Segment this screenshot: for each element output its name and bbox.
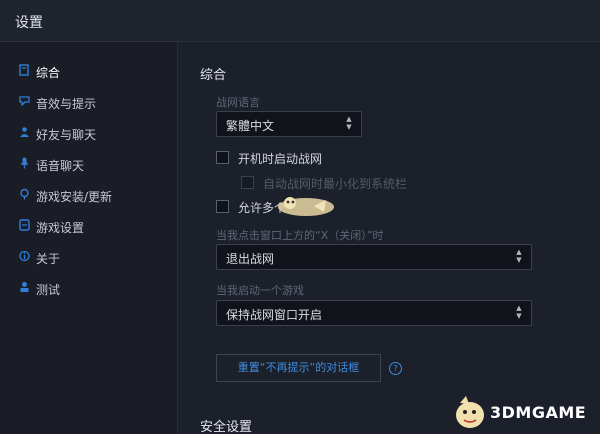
microphone-icon: [19, 157, 30, 171]
game-launch-label: 当我启动一个游戏: [216, 284, 304, 297]
game-launch-select[interactable]: 保持战网窗口开启 ▲ ▼: [216, 300, 532, 326]
sidebar-item-label: 语音聊天: [36, 159, 85, 173]
sidebar-item-general[interactable]: 综合: [0, 57, 178, 87]
minimize-to-tray-checkbox[interactable]: [241, 176, 254, 189]
watermark-text: 3DMGAME: [490, 403, 587, 422]
person-icon: [19, 281, 30, 295]
gear-icon: [19, 64, 30, 78]
section-title-security: 安全设置: [200, 420, 253, 434]
speaker-icon: [19, 95, 30, 109]
close-behavior-value: 退出战网: [226, 252, 275, 266]
language-value: 繁體中文: [226, 119, 275, 133]
sidebar-item-label: 综合: [36, 66, 61, 80]
friends-icon: [19, 126, 30, 140]
sidebar-item-label: 好友与聊天: [36, 128, 97, 142]
sidebar-item-friends[interactable]: 好友与聊天: [0, 119, 178, 149]
section-title-general: 综合: [200, 68, 227, 83]
sidebar-item-voice[interactable]: 语音聊天: [0, 150, 178, 180]
sidebar-item-sound[interactable]: 音效与提示: [0, 88, 178, 118]
close-behavior-select[interactable]: 退出战网 ▲ ▼: [216, 244, 532, 270]
updown-arrows-icon: ▲ ▼: [346, 115, 352, 131]
sidebar-item-label: 游戏设置: [36, 221, 85, 235]
reset-dialogs-button[interactable]: 重置“不再提示”的对话框: [216, 354, 381, 382]
minimize-to-tray-label: 自动战网时最小化到系统栏: [263, 177, 408, 191]
sidebar-item-label: 游戏安装/更新: [36, 190, 113, 204]
download-icon: [19, 188, 30, 202]
sidebar-item-test[interactable]: 测试: [0, 274, 178, 304]
mascot-logo-icon: [456, 396, 484, 428]
sidebar-item-label: 测试: [36, 283, 61, 297]
sidebar-item-label: 关于: [36, 252, 61, 266]
mascot-watermark-icon: [278, 197, 334, 216]
allow-multiple-checkbox[interactable]: [216, 200, 229, 213]
info-icon: [19, 250, 30, 264]
language-label: 战网语言: [216, 96, 260, 109]
help-icon[interactable]: ?: [389, 362, 402, 375]
title-bar: 设置: [0, 0, 600, 42]
sidebar-item-game-install[interactable]: 游戏安装/更新: [0, 181, 178, 211]
sidebar-nav: 综合 音效与提示 好友与聊天 语音聊天 游戏安装/更新 游戏设置 关于 测试: [0, 42, 178, 434]
updown-arrows-icon: ▲ ▼: [516, 304, 522, 320]
launch-on-startup-checkbox[interactable]: [216, 151, 229, 164]
language-select[interactable]: 繁體中文 ▲ ▼: [216, 111, 362, 137]
game-launch-value: 保持战网窗口开启: [226, 308, 323, 322]
sidebar-item-about[interactable]: 关于: [0, 243, 178, 273]
window-title: 设置: [15, 15, 43, 31]
updown-arrows-icon: ▲ ▼: [516, 248, 522, 264]
launch-on-startup-label: 开机时启动战网: [238, 152, 323, 166]
game-icon: [19, 219, 30, 233]
settings-content: 综合 战网语言 繁體中文 ▲ ▼ 开机时启动战网 自动战网时最小化到系统栏 允许多…: [178, 42, 600, 434]
close-behavior-label: 当我点击窗口上方的“X（关闭）”时: [216, 229, 384, 242]
sidebar-item-game-settings[interactable]: 游戏设置: [0, 212, 178, 242]
sidebar-item-label: 音效与提示: [36, 97, 97, 111]
